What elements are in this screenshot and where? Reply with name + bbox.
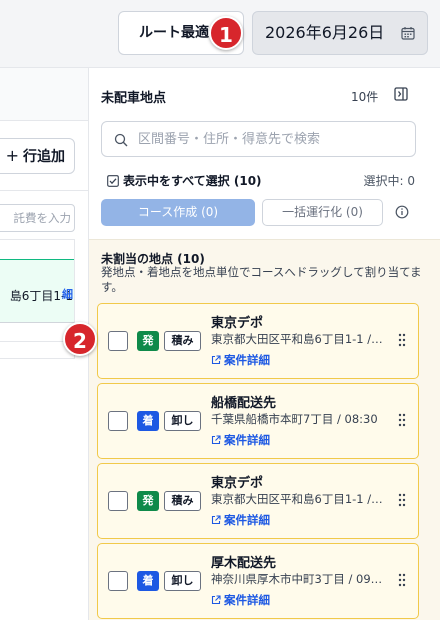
search-field[interactable] [101,121,416,157]
date-value: 2026年6月26日 [265,23,385,42]
search-icon [114,133,128,147]
external-link-icon [211,595,221,605]
step-badge-2: 2 [63,322,97,356]
fee-placeholder: 託費を入力 [13,211,72,225]
calendar-icon [401,27,415,40]
case-detail-link[interactable]: 案件詳細 [211,512,270,528]
bulk-operation-label: 一括運行化 (0) [282,205,363,219]
course-panel-header [0,68,88,121]
fee-input[interactable]: 託費を入力 [0,204,75,232]
points-count: 10件 [351,90,379,104]
point-name: 船橋配送先 [211,396,277,411]
arrival-badge: 着 [137,571,159,591]
add-row-label: 行追加 [23,149,65,165]
select-all-label: 表示中をすべて選択 (10) [123,174,262,188]
case-detail-label: 案件詳細 [224,513,270,527]
external-link-icon [211,515,221,525]
drag-handle-icon[interactable] [398,573,406,587]
case-detail-label: 案件詳細 [224,593,270,607]
case-detail-label: 案件詳細 [224,353,270,367]
step-badge-1: 1 [209,16,243,50]
divider [0,190,88,191]
point-checkbox[interactable] [108,411,128,431]
point-address: 東京都大田区平和島6丁目1-1 / 09:00 [211,332,386,346]
panel-title: 未配車地点 [101,91,167,106]
create-course-button[interactable]: コース作成 (0) [101,199,255,226]
collapse-panel-icon[interactable] [394,87,408,101]
case-detail-link[interactable]: 案件詳細 [211,352,270,368]
point-address: 神奈川県厚木市中町3丁目 / 09:00 [211,572,386,586]
point-card[interactable]: 着 卸し 船橋配送先 千葉県船橋市本町7丁目 / 08:30 案件詳細 [97,383,419,459]
search-input[interactable] [138,130,408,148]
point-card[interactable]: 発 積み 東京デポ 東京都大田区平和島6丁目1-1 / 09:00 案件詳細 [97,463,419,539]
arrival-badge: 着 [137,411,159,431]
drag-handle-icon[interactable] [398,493,406,507]
point-name: 東京デポ [211,316,264,331]
point-checkbox[interactable] [108,331,128,351]
bulk-operation-button[interactable]: 一括運行化 (0) [262,199,383,226]
departure-badge: 発 [137,331,159,351]
unassigned-section: 未割当の地点 (10) 発地点・着地点を地点単位でコースへドラッグして割り当てま… [89,239,440,620]
case-detail-link[interactable]: 案件詳細 [211,432,270,448]
drag-handle-icon[interactable] [398,333,406,347]
external-link-icon [211,355,221,365]
case-detail-label: 案件詳細 [224,433,270,447]
point-name: 厚木配送先 [211,556,277,571]
add-row-button[interactable]: + 行追加 [0,138,75,174]
drag-handle-icon[interactable] [398,413,406,427]
unload-badge: 卸し [164,411,201,431]
external-link-icon [211,435,221,445]
point-name: 東京デポ [211,476,264,491]
create-course-label: コース作成 (0) [137,205,219,219]
point-checkbox[interactable] [108,571,128,591]
selected-count: 選択中: 0 [363,174,416,188]
plus-icon: + [5,146,19,165]
info-icon[interactable] [395,205,409,219]
point-card[interactable]: 発 積み 東京デポ 東京都大田区平和島6丁目1-1 / 09:00 案件詳細 [97,303,419,379]
point-checkbox[interactable] [108,491,128,511]
load-badge: 積み [164,331,201,351]
load-badge: 積み [164,491,201,511]
point-card[interactable]: 着 卸し 厚木配送先 神奈川県厚木市中町3丁目 / 09:00 案件詳細 [97,543,419,619]
select-all-visible[interactable]: 表示中をすべて選択 (10) [107,172,262,189]
point-address: 千葉県船橋市本町7丁目 / 08:30 [211,412,378,426]
unassigned-points-panel: 未配車地点 10件 表示中をすべて選択 (10) 選択中: 0 コース作成 (0… [88,67,440,620]
unload-badge: 卸し [164,571,201,591]
unassigned-hint: 発地点・着地点を地点単位でコースへドラッグして割り当てます。 [101,265,422,294]
date-picker[interactable]: 2026年6月26日 [252,11,428,55]
point-address: 東京都大田区平和島6丁目1-1 / 09:00 [211,492,386,506]
case-detail-link[interactable]: 案件詳細 [211,592,270,608]
departure-badge: 発 [137,491,159,511]
row-detail-link[interactable]: 細 [62,286,73,302]
checkbox-checked-icon [107,175,119,187]
